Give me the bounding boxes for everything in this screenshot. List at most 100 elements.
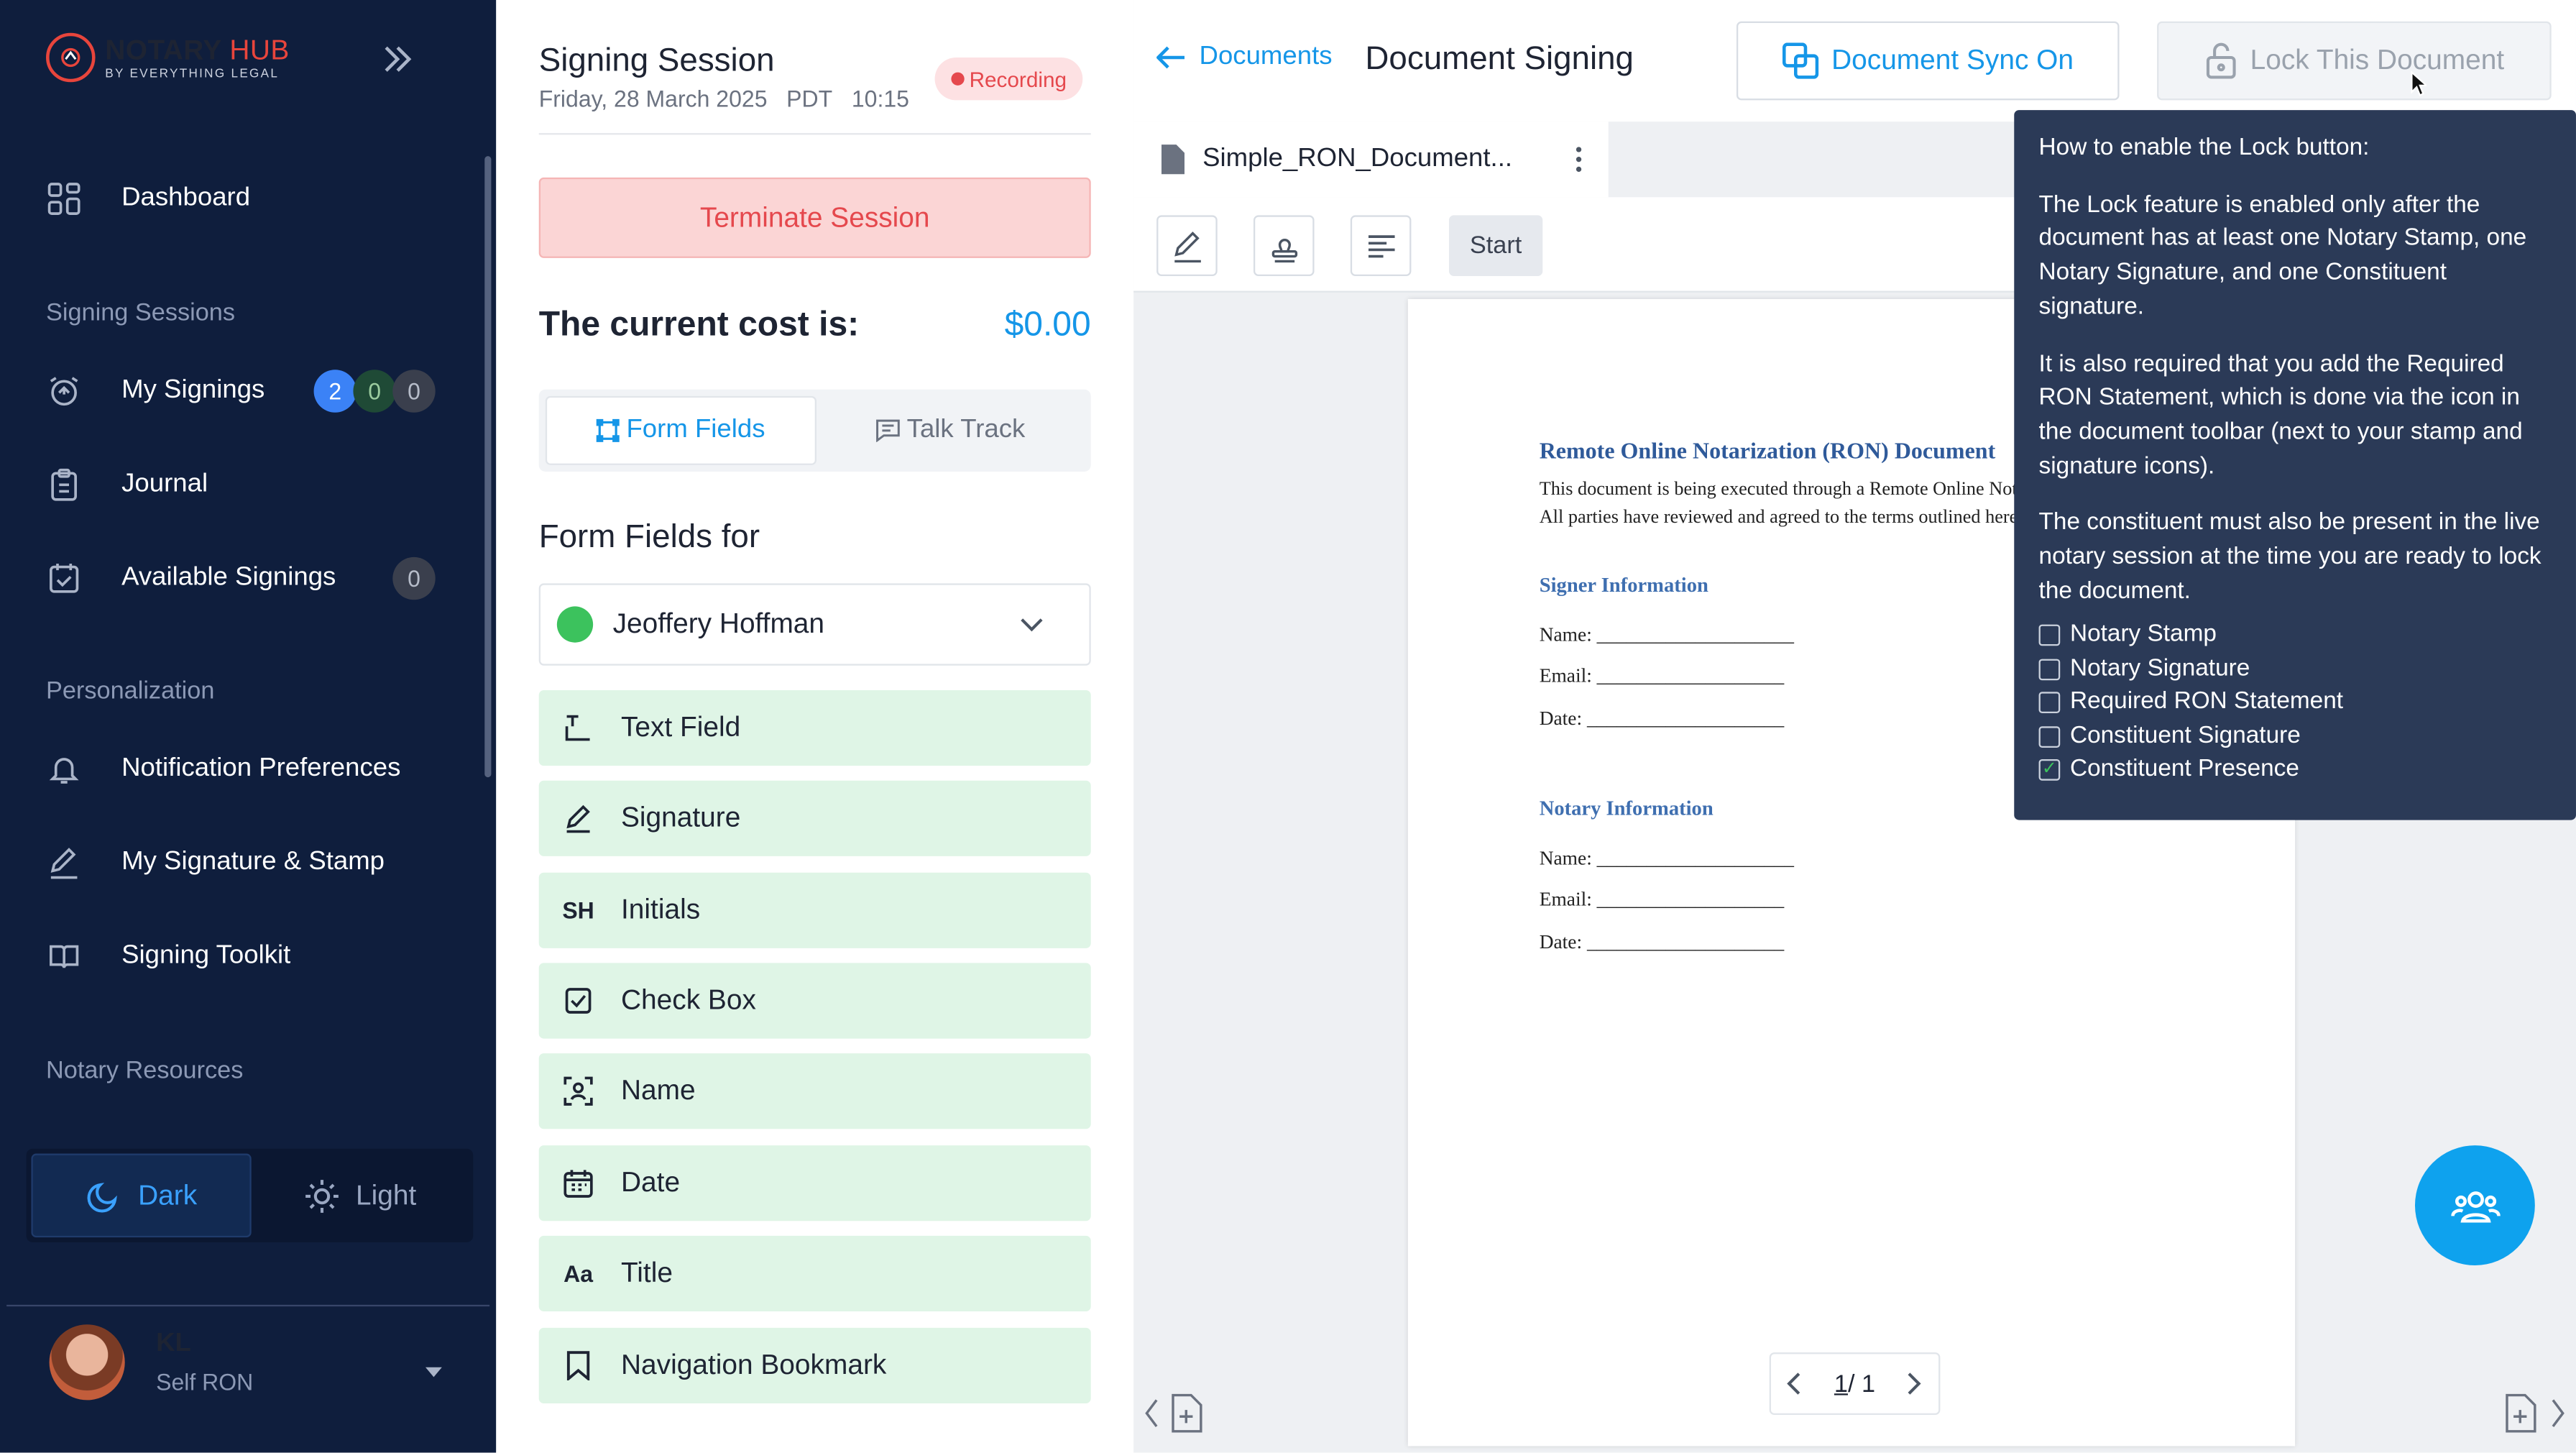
notary-information-heading: Notary Information xyxy=(1539,797,1714,820)
signer-date-line: Date: ____________________ xyxy=(1539,706,1785,730)
theme-light-button[interactable]: Light xyxy=(252,1154,469,1238)
checkbox-empty-icon xyxy=(2038,692,2061,714)
cost-value: $0.00 xyxy=(1004,306,1091,344)
field-check-box[interactable]: Check Box xyxy=(538,963,1091,1039)
session-datetime: Friday, 28 March 2025 PDT 10:15 xyxy=(539,86,909,112)
sidebar-item-label: My Signings xyxy=(121,376,265,405)
sidebar-item-label: Notification Preferences xyxy=(121,754,401,782)
brand-name-hub: HUB xyxy=(229,34,290,65)
sidebar-item-dashboard[interactable]: Dashboard xyxy=(46,174,456,224)
field-label: Check Box xyxy=(620,984,756,1016)
signer-select[interactable]: Jeoffery Hoffman xyxy=(538,583,1091,666)
sun-icon xyxy=(305,1178,338,1212)
sidebar-item-label: Journal xyxy=(121,469,208,498)
back-to-documents-link[interactable]: Documents xyxy=(1156,42,1333,72)
session-date: Friday, 28 March 2025 xyxy=(538,85,768,112)
sidebar-item-journal[interactable]: Journal xyxy=(46,460,456,510)
pen-icon xyxy=(1174,231,1200,262)
recording-badge: Recording xyxy=(934,57,1083,101)
checklist-label: Constituent Signature xyxy=(2069,723,2301,749)
checkbox-empty-icon xyxy=(2038,624,2061,646)
field-navigation-bookmark[interactable]: Navigation Bookmark xyxy=(538,1327,1091,1403)
chevron-left-icon[interactable] xyxy=(1787,1372,1803,1395)
sync-label: Document Sync On xyxy=(1831,44,2074,76)
sync-copy-icon xyxy=(1782,42,1818,79)
stamp-tool-button[interactable] xyxy=(1253,215,1315,276)
tab-talk-track[interactable]: Talk Track xyxy=(816,396,1085,465)
theme-light-label: Light xyxy=(355,1178,417,1211)
page-current[interactable]: 1 xyxy=(1834,1370,1848,1398)
requirements-checklist: Notary Stamp Notary Signature Required RON… xyxy=(2038,618,2557,787)
moon-icon xyxy=(87,1181,117,1212)
section-header-notary-resources: Notary Resources xyxy=(45,1056,244,1085)
tab-label: Form Fields xyxy=(626,416,765,444)
field-label: Title xyxy=(620,1257,673,1288)
document-file-tab[interactable]: Simple_RON_Document... xyxy=(1133,122,1609,198)
field-label: Date xyxy=(620,1166,681,1198)
file-icon xyxy=(1161,145,1184,175)
checklist-item: Notary Stamp xyxy=(2038,618,2557,652)
divider xyxy=(538,133,1091,135)
grid-icon xyxy=(46,180,82,216)
chevron-right-icon[interactable] xyxy=(1907,1372,1923,1395)
double-chevron-right-icon xyxy=(385,46,412,72)
sidebar-item-signing-toolkit[interactable]: Signing Toolkit xyxy=(46,932,456,981)
start-button[interactable]: Start xyxy=(1448,215,1543,276)
field-label: Navigation Bookmark xyxy=(620,1349,887,1380)
align-left-icon xyxy=(1367,234,1394,257)
sidebar-scrollbar[interactable] xyxy=(484,156,492,778)
signer-name: Jeoffery Hoffman xyxy=(612,608,825,640)
more-vertical-icon xyxy=(1576,147,1582,173)
caret-down-icon[interactable] xyxy=(424,1357,443,1387)
brand-logo[interactable]: NOTARY HUB BY EVERYTHING LEGAL xyxy=(45,32,290,83)
book-icon xyxy=(46,938,82,974)
field-text-field[interactable]: Text Field xyxy=(538,689,1091,766)
session-time: 10:15 xyxy=(851,85,909,112)
field-initials[interactable]: SH Initials xyxy=(538,872,1091,948)
session-title: Signing Session xyxy=(538,42,775,79)
document-sync-button[interactable]: Document Sync On xyxy=(1736,21,2120,101)
checkbox-empty-icon xyxy=(2038,725,2061,748)
recording-label: Recording xyxy=(969,66,1067,91)
add-page-left-button[interactable] xyxy=(1144,1390,1209,1444)
mouse-cursor-icon xyxy=(2410,70,2429,105)
sidebar-item-available-signings[interactable]: Available Signings 0 xyxy=(46,554,447,603)
sidebar-item-notification-preferences[interactable]: Notification Preferences xyxy=(46,744,456,794)
chevron-down-icon xyxy=(1021,618,1043,631)
alarm-icon xyxy=(46,373,82,409)
terminate-session-button[interactable]: Terminate Session xyxy=(538,177,1091,258)
user-initials: KL xyxy=(156,1329,191,1357)
sidebar-item-my-signings[interactable]: My Signings 2 0 0 xyxy=(46,367,447,416)
field-title[interactable]: Aa Title xyxy=(538,1235,1091,1311)
user-menu[interactable]: KL Self RON xyxy=(49,1324,253,1401)
tooltip-paragraph: The constituent must also be present in … xyxy=(2038,510,2542,605)
count-badge-blue: 2 xyxy=(313,370,356,413)
collapse-sidebar-button[interactable] xyxy=(374,36,420,82)
field-name[interactable]: Name xyxy=(538,1053,1091,1129)
count-badge-gray: 0 xyxy=(392,556,436,600)
recording-dot-icon xyxy=(951,72,965,86)
checklist-label: Constituent Presence xyxy=(2069,756,2299,783)
theme-dark-label: Dark xyxy=(138,1178,198,1211)
field-signature[interactable]: Signature xyxy=(538,780,1091,856)
field-date[interactable]: Date xyxy=(538,1145,1091,1221)
signature-tool-button[interactable] xyxy=(1156,215,1218,276)
section-header-signing-sessions: Signing Sessions xyxy=(45,298,236,327)
tooltip-paragraph: It is also required that you add the Req… xyxy=(2038,351,2523,480)
lock-document-button[interactable]: Lock This Document xyxy=(2157,21,2552,101)
theme-dark-button[interactable]: Dark xyxy=(31,1153,252,1238)
brand-name: NOTARY xyxy=(105,34,222,65)
initials-icon: SH xyxy=(562,897,594,924)
checkbox-icon xyxy=(562,984,595,1017)
field-label: Name xyxy=(620,1074,696,1106)
field-label: Signature xyxy=(620,802,741,833)
sidebar-item-my-signature-stamp[interactable]: My Signature & Stamp xyxy=(46,838,456,888)
text-field-icon xyxy=(562,712,595,745)
tab-form-fields[interactable]: Form Fields xyxy=(545,395,816,465)
add-page-right-button[interactable] xyxy=(2501,1390,2566,1444)
participants-button[interactable] xyxy=(2414,1145,2535,1265)
bookmark-icon xyxy=(562,1349,595,1383)
ron-statement-tool-button[interactable] xyxy=(1350,215,1412,276)
panel-tabs: Form Fields Talk Track xyxy=(538,389,1091,472)
brand-subtitle: BY EVERYTHING LEGAL xyxy=(105,65,280,81)
